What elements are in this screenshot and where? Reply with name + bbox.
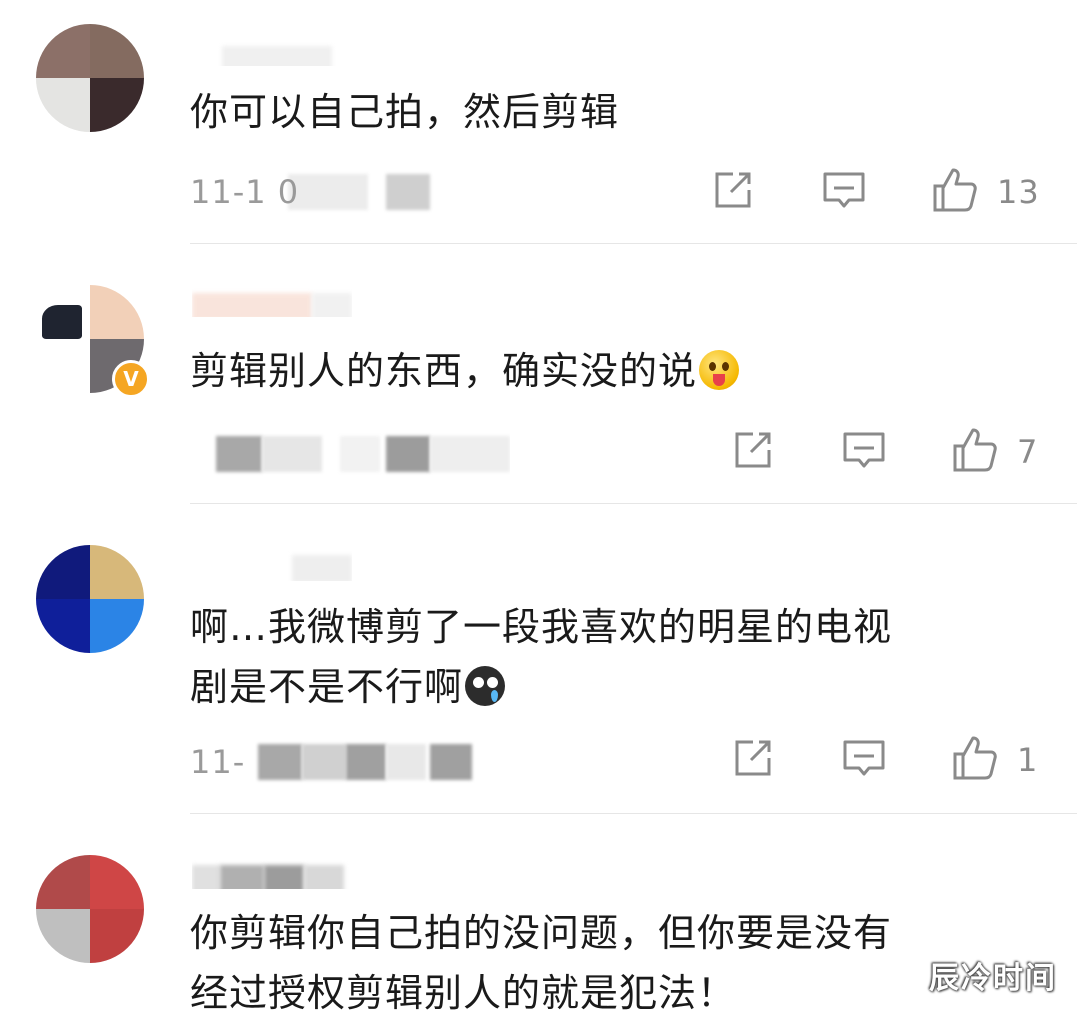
watermark: 辰冷时间 [929, 961, 1057, 996]
share-icon [735, 432, 771, 468]
comment-item: 你剪辑你自己拍的没问题，但你要是没有 经过授权剪辑别人的就是犯法！ [0, 815, 1077, 1023]
reply-button[interactable] [841, 736, 887, 784]
comment-timestamp: 11- [190, 740, 510, 784]
comment-icon [823, 172, 865, 208]
share-button[interactable] [711, 168, 755, 216]
comment-timestamp: 11-1 0 [190, 170, 510, 214]
avatar[interactable] [36, 545, 144, 653]
comment-item: 啊…我微博剪了一段我喜欢的明星的电视 剧是不是不行啊 11- 1 [0, 505, 1077, 815]
like-count: 1 [1017, 741, 1039, 779]
comment-text: 你剪辑你自己拍的没问题，但你要是没有 经过授权剪辑别人的就是犯法！ [190, 903, 1007, 1023]
comment-icon [843, 432, 885, 468]
avatar[interactable] [36, 24, 144, 132]
timestamp-text: 11- [190, 743, 246, 781]
comment-timestamp [190, 432, 510, 476]
comment-icon [843, 740, 885, 776]
share-button[interactable] [731, 736, 775, 784]
comment-list: 你可以自己拍，然后剪辑 11-1 0 13 V 剪辑别人的东西，确实没的说 7 … [0, 0, 1077, 1023]
reply-button[interactable] [841, 428, 887, 476]
like-button[interactable]: 1 [951, 736, 1041, 784]
share-icon [715, 172, 751, 208]
avatar[interactable] [36, 855, 144, 963]
comment-text: 剪辑别人的东西，确实没的说 [190, 341, 1007, 401]
like-count: 7 [1017, 433, 1039, 471]
comment-text-line: 经过授权剪辑别人的就是犯法！ [190, 971, 737, 1015]
verified-mark: V [123, 367, 139, 391]
divider [190, 243, 1077, 244]
username-blurred[interactable] [192, 287, 352, 317]
comment-item: 你可以自己拍，然后剪辑 11-1 0 13 [0, 0, 1077, 245]
divider [190, 813, 1077, 814]
like-button[interactable]: 13 [931, 168, 1041, 216]
comment-text-line: 你剪辑你自己拍的没问题，但你要是没有 [190, 911, 893, 955]
username-blurred[interactable] [192, 551, 352, 581]
comment-text: 啊…我微博剪了一段我喜欢的明星的电视 剧是不是不行啊 [190, 597, 1007, 717]
like-button[interactable]: 7 [951, 428, 1041, 476]
thumbs-up-icon [953, 736, 997, 780]
comment-actions: 7 [731, 428, 1041, 476]
reply-button[interactable] [821, 168, 867, 216]
comment-actions: 1 [731, 736, 1041, 784]
thumbs-up-icon [933, 168, 977, 212]
verified-badge: V [112, 360, 150, 398]
comment-text: 你可以自己拍，然后剪辑 [190, 82, 1007, 142]
comment-text-line: 你可以自己拍，然后剪辑 [190, 90, 620, 134]
username-blurred[interactable] [192, 859, 352, 889]
comment-text-line: 啊…我微博剪了一段我喜欢的明星的电视 [190, 605, 893, 649]
username-blurred[interactable] [192, 36, 352, 66]
comment-text-line: 剧是不是不行啊 [190, 665, 464, 709]
comment-actions: 13 [711, 168, 1041, 216]
comment-text-line: 剪辑别人的东西，确实没的说 [190, 349, 698, 393]
share-icon [735, 740, 771, 776]
crying-emoji [465, 666, 506, 706]
share-button[interactable] [731, 428, 775, 476]
tongue-emoji [699, 350, 740, 390]
divider [190, 503, 1077, 504]
like-count: 13 [997, 173, 1040, 211]
thumbs-up-icon [953, 428, 997, 472]
comment-item: V 剪辑别人的东西，确实没的说 7 [0, 245, 1077, 505]
timestamp-text: 11-1 0 [190, 173, 300, 211]
